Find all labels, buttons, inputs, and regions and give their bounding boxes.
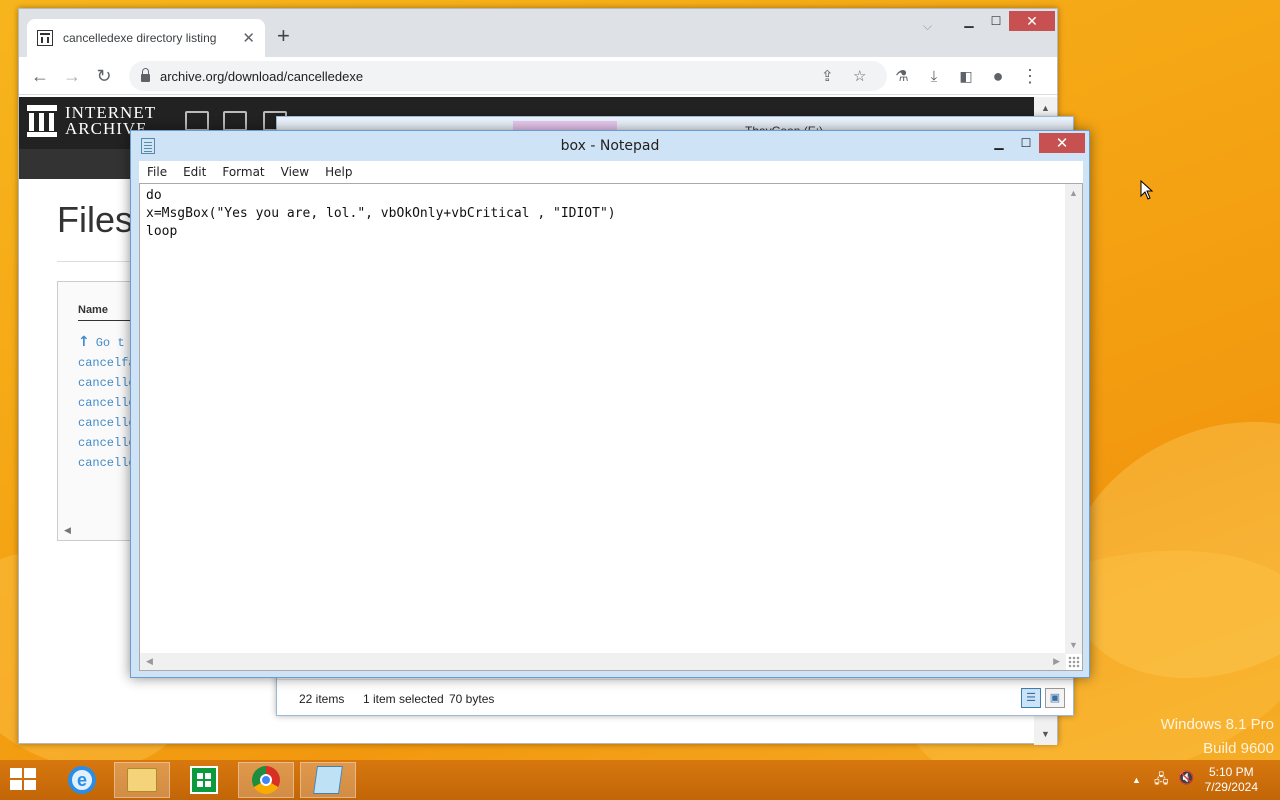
forward-icon[interactable]: → <box>61 65 83 87</box>
scroll-right-arrow-icon[interactable]: ▶ <box>1053 656 1060 667</box>
scroll-up-arrow-icon[interactable]: ▲ <box>1041 103 1050 113</box>
scroll-down-arrow-icon[interactable]: ▼ <box>1069 640 1078 650</box>
mouse-cursor-icon <box>1140 180 1154 200</box>
notepad-icon <box>313 766 343 794</box>
share-icon[interactable]: ⇪ <box>821 67 834 85</box>
file-link[interactable]: cancelle <box>78 396 136 410</box>
taskbar-chrome[interactable] <box>238 762 294 798</box>
details-view-icon[interactable]: ☰ <box>1021 688 1041 708</box>
column-header-name[interactable]: Name <box>78 304 108 316</box>
notepad-maximize-button[interactable]: ☐ <box>1012 133 1040 153</box>
folder-icon <box>127 768 157 792</box>
up-arrow-icon: ↑ <box>78 334 90 350</box>
file-link[interactable]: cancelle <box>78 416 136 430</box>
taskbar-file-explorer[interactable] <box>114 762 170 798</box>
menu-view[interactable]: View <box>273 165 317 179</box>
taskbar-ie[interactable]: e <box>54 762 110 798</box>
menu-edit[interactable]: Edit <box>175 165 214 179</box>
editor-vertical-scrollbar[interactable]: ▲ ▼ <box>1065 184 1082 654</box>
resize-grip-icon[interactable] <box>1068 656 1080 668</box>
page-title: Files <box>57 199 134 240</box>
notepad-menubar: File Edit Format View Help <box>139 161 1083 183</box>
menu-kebab-icon[interactable]: ⋮ <box>1019 65 1041 87</box>
show-hidden-icons-icon[interactable]: ▲ <box>1132 775 1141 785</box>
text-line: loop <box>146 224 178 239</box>
go-up-label: Go t <box>95 336 125 350</box>
side-panel-icon[interactable]: ◧ <box>955 65 977 87</box>
text-line: x=MsgBox("Yes you are, lol.", vbOkOnly+v… <box>146 206 616 221</box>
browser-minimize-button[interactable]: ▁ <box>955 11 983 31</box>
clock-date: 7/29/2024 <box>1204 780 1258 794</box>
lock-icon <box>141 68 150 82</box>
internet-explorer-icon: e <box>68 766 96 794</box>
tab-cancelledexe[interactable]: cancelledexe directory listing ✕ <box>27 19 265 57</box>
large-icons-view-icon[interactable]: ▣ <box>1045 688 1065 708</box>
notepad-minimize-button[interactable]: ▁ <box>985 133 1013 153</box>
build-watermark: Build 9600 <box>1203 740 1274 757</box>
file-link[interactable]: cancelle <box>78 376 136 390</box>
browser-toolbar: ← → ↻ archive.org/download/cancelledexe … <box>19 57 1057 95</box>
tab-strip: cancelledexe directory listing ✕ + ⌵ ▁ ☐… <box>19 9 1057 57</box>
taskbar-store[interactable] <box>176 762 232 798</box>
taskbar: e ▲ 🖧 🔇 5:10 PM 7/29/2024 <box>0 760 1280 800</box>
file-link[interactable]: cancelfa <box>78 356 136 370</box>
notepad-window: box - Notepad ▁ ☐ ✕ File Edit Format Vie… <box>130 130 1090 678</box>
file-link[interactable]: cancelle <box>78 456 136 470</box>
bookmark-star-icon[interactable]: ☆ <box>853 67 866 85</box>
ia-logo-icon[interactable] <box>27 105 57 137</box>
go-up-link[interactable]: ↑ Go t <box>78 334 125 350</box>
tab-close-icon[interactable]: ✕ <box>242 29 255 47</box>
network-icon[interactable]: 🖧 <box>1154 770 1169 792</box>
scroll-up-arrow-icon[interactable]: ▲ <box>1069 188 1078 198</box>
notepad-title: box - Notepad <box>560 138 660 154</box>
video-icon[interactable] <box>185 111 209 131</box>
explorer-status-bar: 22 items 1 item selected 70 bytes ☰ ▣ <box>277 679 1073 715</box>
selection-count: 1 item selected <box>363 692 444 706</box>
menu-help[interactable]: Help <box>317 165 360 179</box>
notepad-close-button[interactable]: ✕ <box>1039 133 1085 153</box>
archive-favicon-icon <box>37 30 53 46</box>
system-clock[interactable]: 5:10 PM 7/29/2024 <box>1205 765 1258 795</box>
windows-start-icon[interactable] <box>10 768 38 792</box>
scroll-left-arrow-icon[interactable]: ◀ <box>64 525 71 536</box>
labs-flask-icon[interactable]: ⚗ <box>891 65 913 87</box>
scroll-down-arrow-icon[interactable]: ▼ <box>1041 729 1050 739</box>
reload-icon[interactable]: ↻ <box>93 65 115 87</box>
texts-icon[interactable] <box>223 111 247 131</box>
menu-file[interactable]: File <box>139 165 175 179</box>
chrome-icon <box>252 766 280 794</box>
address-bar[interactable]: archive.org/download/cancelledexe ⇪ ☆ <box>129 61 887 91</box>
browser-close-button[interactable]: ✕ <box>1009 11 1055 31</box>
file-link[interactable]: cancelle <box>78 436 136 450</box>
download-icon[interactable]: ⤓ <box>923 65 945 87</box>
menu-format[interactable]: Format <box>214 165 272 179</box>
browser-maximize-button[interactable]: ☐ <box>982 11 1010 31</box>
store-icon <box>190 766 218 794</box>
tab-search-icon[interactable]: ⌵ <box>923 19 932 34</box>
item-count: 22 items <box>299 692 345 706</box>
scroll-left-arrow-icon[interactable]: ◀ <box>146 656 153 667</box>
notepad-titlebar[interactable]: box - Notepad ▁ ☐ ✕ <box>131 131 1089 161</box>
profile-avatar-icon[interactable]: ● <box>987 65 1009 87</box>
url-text: archive.org/download/cancelledexe <box>160 68 364 84</box>
text-line: do <box>146 188 162 203</box>
windows-edition-watermark: Windows 8.1 Pro <box>1160 716 1274 733</box>
text-editor[interactable]: do x=MsgBox("Yes you are, lol.", vbOkOnl… <box>139 183 1083 671</box>
selection-size: 70 bytes <box>449 692 495 706</box>
taskbar-notepad[interactable] <box>300 762 356 798</box>
tab-title: cancelledexe directory listing <box>63 31 217 45</box>
editor-horizontal-scrollbar[interactable]: ◀ ▶ <box>140 653 1066 670</box>
clock-time: 5:10 PM <box>1208 765 1254 779</box>
back-icon[interactable]: ← <box>29 65 51 87</box>
volume-muted-icon[interactable]: 🔇 <box>1178 770 1194 786</box>
new-tab-button[interactable]: + <box>277 25 290 47</box>
